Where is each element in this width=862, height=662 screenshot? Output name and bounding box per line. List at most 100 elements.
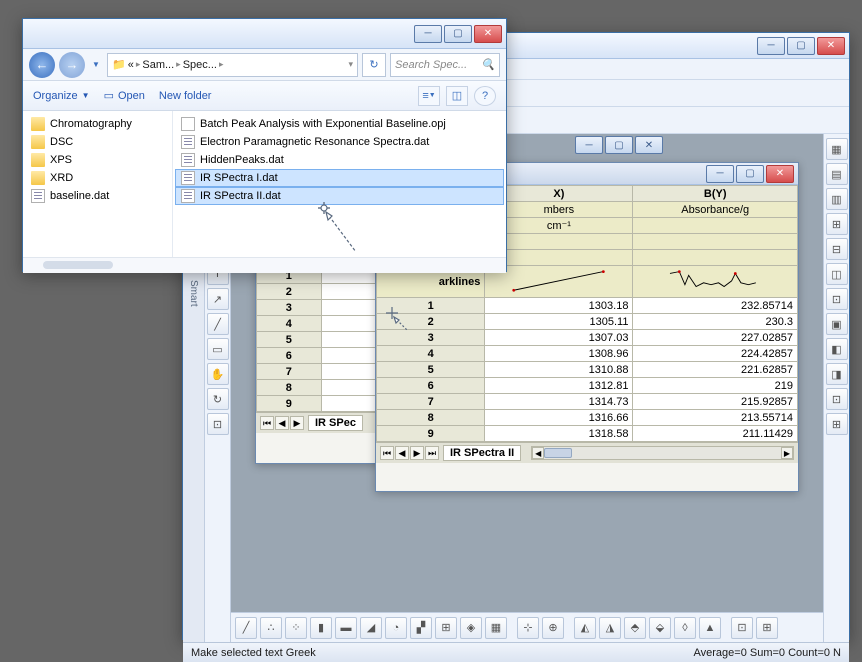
explorer-titlebar[interactable]: ─ ▢ ✕	[23, 19, 506, 49]
back-button[interactable]: ←	[29, 52, 55, 78]
plot-icon[interactable]: ⊞	[435, 617, 457, 639]
row-header[interactable]: 8	[377, 410, 485, 426]
tool-icon[interactable]: ◫	[826, 263, 848, 285]
row-header[interactable]: 9	[377, 426, 485, 442]
row-header[interactable]: 6	[377, 378, 485, 394]
open-button[interactable]: ▭Open	[104, 89, 145, 102]
plot-icon[interactable]: ◈	[460, 617, 482, 639]
cell[interactable]: 1305.11	[485, 314, 633, 330]
forward-button[interactable]: →	[59, 52, 85, 78]
tool-icon[interactable]: ▦	[826, 138, 848, 160]
units-a[interactable]: cm⁻¹	[485, 218, 633, 234]
mdi-restore-button[interactable]: ▢	[605, 136, 633, 154]
dock-smart[interactable]: Smart	[188, 280, 199, 307]
tab-nav-next[interactable]: ▶	[410, 446, 424, 460]
cell[interactable]: 230.3	[633, 314, 798, 330]
file-item[interactable]: Batch Peak Analysis with Exponential Bas…	[175, 115, 504, 133]
refresh-button[interactable]: ↻	[362, 53, 386, 77]
tool-icon[interactable]: ▤	[826, 163, 848, 185]
sheet-tab[interactable]: IR SPec	[308, 415, 363, 431]
cell[interactable]: 221.62857	[633, 362, 798, 378]
folder-item[interactable]: baseline.dat	[25, 187, 170, 205]
line-symbol-plot-icon[interactable]: ⁘	[285, 617, 307, 639]
row-header[interactable]: 7	[377, 394, 485, 410]
preview-pane-button[interactable]: ◫	[446, 86, 468, 106]
cell[interactable]: 215.92857	[633, 394, 798, 410]
tool-icon[interactable]: ↻	[207, 388, 229, 410]
3d-plot-icon[interactable]: ◭	[574, 617, 596, 639]
organize-menu[interactable]: Organize ▼	[33, 90, 90, 102]
wb-minimize-button[interactable]: ─	[706, 165, 734, 183]
fx-a[interactable]	[485, 250, 633, 266]
longname-a[interactable]: mbers	[485, 202, 633, 218]
history-dropdown[interactable]: ▼	[89, 52, 103, 78]
line-tool-icon[interactable]: ╱	[207, 313, 229, 335]
3d-plot-icon[interactable]: ◮	[599, 617, 621, 639]
3d-plot-icon[interactable]: ⬙	[649, 617, 671, 639]
cell[interactable]: 1312.81	[485, 378, 633, 394]
plot-icon[interactable]: ⊹	[517, 617, 539, 639]
tool-icon[interactable]: ◧	[826, 338, 848, 360]
cell[interactable]: 1303.18	[485, 298, 633, 314]
rect-tool-icon[interactable]: ▭	[207, 338, 229, 360]
tool-icon[interactable]: ⊞	[826, 413, 848, 435]
sheet-tab[interactable]: IR SPectra II	[443, 445, 521, 461]
new-folder-button[interactable]: New folder	[159, 90, 212, 102]
row-header[interactable]: 2	[377, 314, 485, 330]
longname-b[interactable]: Absorbance/g	[633, 202, 798, 218]
scroll-left-icon[interactable]: ◀	[532, 447, 544, 459]
tool-icon[interactable]: ◨	[826, 363, 848, 385]
tool-icon[interactable]: ⊟	[826, 238, 848, 260]
cell[interactable]: 1308.96	[485, 346, 633, 362]
fx-b[interactable]	[633, 250, 798, 266]
file-item[interactable]: IR SPectra II.dat	[175, 187, 504, 205]
wb-maximize-button[interactable]: ▢	[736, 165, 764, 183]
template-icon[interactable]: ⊞	[756, 617, 778, 639]
exp-close-button[interactable]: ✕	[474, 25, 502, 43]
hand-tool-icon[interactable]: ✋	[207, 363, 229, 385]
arrow-tool-icon[interactable]: ↗	[207, 288, 229, 310]
wb-close-button[interactable]: ✕	[766, 165, 794, 183]
row-header[interactable]: 9	[257, 396, 322, 412]
view-options-button[interactable]: ≡ ▼	[418, 86, 440, 106]
cell[interactable]: 232.85714	[633, 298, 798, 314]
tab-nav-prev[interactable]: ◀	[395, 446, 409, 460]
tool-icon[interactable]: ⊡	[207, 413, 229, 435]
cell[interactable]: 1314.73	[485, 394, 633, 410]
row-header[interactable]: 4	[377, 346, 485, 362]
help-button[interactable]: ?	[474, 86, 496, 106]
cell[interactable]: 211.11429	[633, 426, 798, 442]
search-input[interactable]: Search Spec... 🔍	[390, 53, 500, 77]
cell[interactable]: 1318.58	[485, 426, 633, 442]
file-item[interactable]: HiddenPeaks.dat	[175, 151, 504, 169]
col-header-a[interactable]: X)	[485, 186, 633, 202]
tool-icon[interactable]: ⊡	[826, 288, 848, 310]
tool-icon[interactable]: ▣	[826, 313, 848, 335]
folder-item[interactable]: XPS	[25, 151, 170, 169]
tab-nav-next[interactable]: ▶	[290, 416, 304, 430]
cell[interactable]: 219	[633, 378, 798, 394]
tab-nav-first[interactable]: ⏮	[380, 446, 394, 460]
minimize-button[interactable]: ─	[757, 37, 785, 55]
row-header[interactable]: 8	[257, 380, 322, 396]
row-header[interactable]: 2	[257, 284, 322, 300]
tab-nav-first[interactable]: ⏮	[260, 416, 274, 430]
plot-icon[interactable]: ▦	[485, 617, 507, 639]
plot-icon[interactable]: ▞	[410, 617, 432, 639]
breadcrumb[interactable]: 📁 «▸ Sam...▸ Spec...▸ ▾	[107, 53, 358, 77]
template-icon[interactable]: ⊡	[731, 617, 753, 639]
folder-item[interactable]: DSC	[25, 133, 170, 151]
plot-icon[interactable]: ⊕	[542, 617, 564, 639]
horizontal-scrollbar[interactable]: ◀ ▶	[531, 446, 794, 460]
close-button[interactable]: ✕	[817, 37, 845, 55]
tool-icon[interactable]: ⊡	[826, 388, 848, 410]
scatter-plot-icon[interactable]: ∴	[260, 617, 282, 639]
mdi-minimize-button[interactable]: ─	[575, 136, 603, 154]
cell[interactable]: 224.42857	[633, 346, 798, 362]
tab-nav-last[interactable]: ⏭	[425, 446, 439, 460]
comments-a[interactable]	[485, 234, 633, 250]
crumb[interactable]: Spec...	[183, 59, 217, 71]
crumb[interactable]: Sam...	[142, 59, 174, 71]
row-header[interactable]: 4	[257, 316, 322, 332]
bar-plot-icon[interactable]: ▬	[335, 617, 357, 639]
